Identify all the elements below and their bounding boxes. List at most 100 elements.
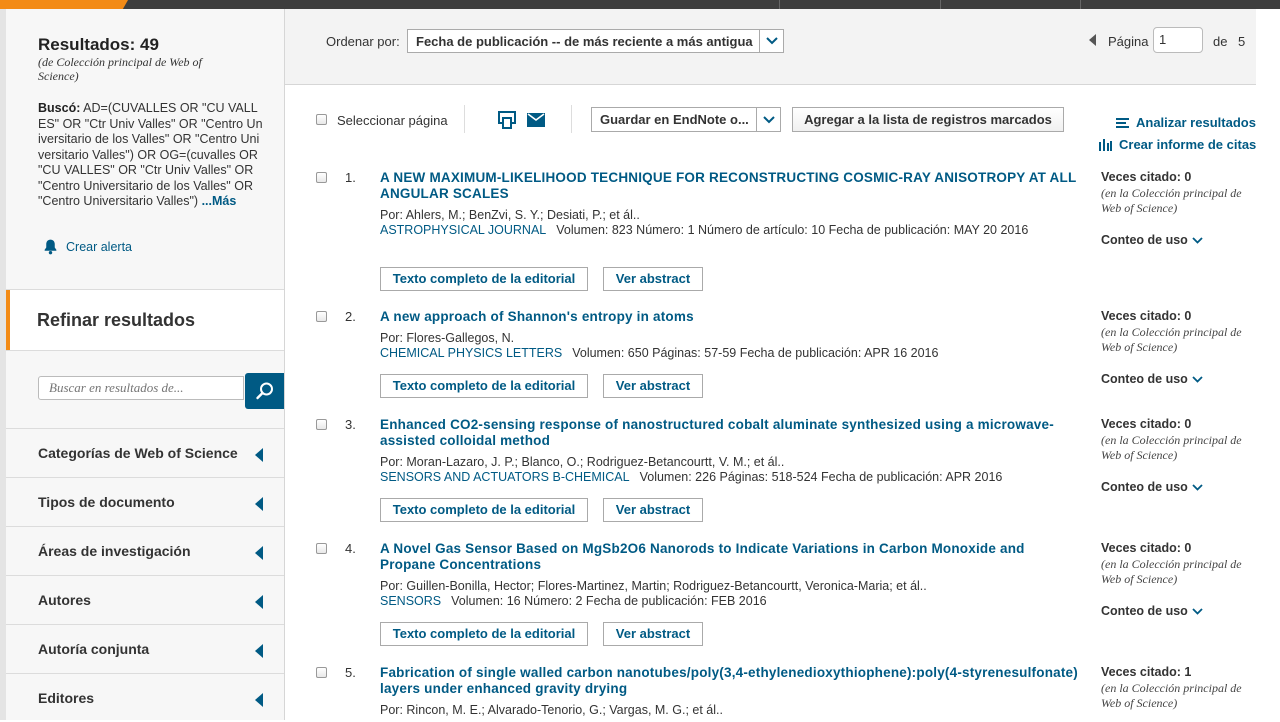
- search-icon: [255, 382, 273, 400]
- chevron-down-icon: [759, 30, 783, 52]
- times-cited-note: (en la Colección principal de Web of Sci…: [1101, 681, 1242, 710]
- view-abstract-button[interactable]: Ver abstract: [603, 374, 703, 398]
- full-text-button[interactable]: Texto completo de la editorial: [380, 267, 588, 291]
- refine-title: Refinar resultados: [37, 310, 196, 330]
- expand-arrow-icon: [255, 497, 263, 511]
- chevron-down-icon: [1192, 236, 1203, 244]
- page-total: 5: [1238, 34, 1246, 49]
- citation-report-link[interactable]: Crear informe de citas: [1099, 137, 1256, 152]
- print-icon[interactable]: [498, 111, 516, 129]
- facet-label: Autores: [38, 592, 91, 608]
- refine-search-button[interactable]: [245, 373, 284, 409]
- usage-count-toggle[interactable]: Conteo de uso: [1101, 372, 1203, 386]
- times-cited-note: (en la Colección principal de Web of Sci…: [1101, 433, 1242, 462]
- record-checkbox[interactable]: [316, 543, 327, 554]
- page-of-label: de: [1213, 34, 1228, 49]
- sort-pagination-bar: Ordenar por: Fecha de publicación -- de …: [285, 9, 1256, 85]
- add-marked-list-button[interactable]: Agregar a la lista de registros marcados: [792, 107, 1064, 132]
- facet-label: Editores: [38, 690, 95, 706]
- create-alert-label: Crear alerta: [66, 239, 132, 254]
- save-endnote-select[interactable]: Guardar en EndNote o...: [591, 107, 781, 132]
- record-details: Volumen: 16 Número: 2 Fecha de publicaci…: [451, 594, 767, 608]
- times-cited: Veces citado: 1: [1101, 665, 1192, 679]
- record-number: 2.: [345, 309, 356, 324]
- record-title-link[interactable]: Enhanced CO2-sensing response of nanostr…: [380, 417, 1080, 449]
- results-count: Resultados: 49: [38, 35, 159, 54]
- facet-wos-categories[interactable]: Categorías de Web of Science: [6, 429, 284, 477]
- results-collection: (de Colección principal de Web of Scienc…: [38, 55, 202, 83]
- record-number: 4.: [345, 541, 356, 556]
- journal-link[interactable]: CHEMICAL PHYSICS LETTERS: [380, 346, 562, 360]
- full-text-button[interactable]: Texto completo de la editorial: [380, 622, 588, 646]
- record-details: Volumen: 650 Páginas: 57-59 Fecha de pub…: [572, 346, 939, 360]
- analyze-results-link[interactable]: Analizar resultados: [1116, 115, 1256, 130]
- sort-select[interactable]: Fecha de publicación -- de más reciente …: [407, 29, 784, 53]
- record-title-link[interactable]: Fabrication of single walled carbon nano…: [380, 665, 1080, 697]
- record-title-link[interactable]: A NEW MAXIMUM-LIKELIHOOD TECHNIQUE FOR R…: [380, 170, 1080, 202]
- facet-group-authors[interactable]: Autoría conjunta: [6, 625, 284, 673]
- create-alert-link[interactable]: Crear alerta: [42, 238, 132, 255]
- times-cited-note: (en la Colección principal de Web of Sci…: [1101, 325, 1242, 354]
- expand-arrow-icon: [255, 546, 263, 560]
- more-link[interactable]: ...Más: [202, 194, 237, 208]
- facet-research-areas[interactable]: Áreas de investigación: [6, 527, 284, 575]
- record-checkbox[interactable]: [316, 172, 327, 183]
- times-cited: Veces citado: 0: [1101, 541, 1192, 555]
- times-cited: Veces citado: 0: [1101, 309, 1192, 323]
- record-checkbox[interactable]: [316, 419, 327, 430]
- record-details: Volumen: 823 Número: 1 Número de artícul…: [556, 223, 1029, 237]
- record-title-link[interactable]: A Novel Gas Sensor Based on MgSb2O6 Nano…: [380, 541, 1080, 573]
- full-text-button[interactable]: Texto completo de la editorial: [380, 374, 588, 398]
- usage-count-toggle[interactable]: Conteo de uso: [1101, 480, 1203, 494]
- refine-search-input[interactable]: [38, 376, 244, 400]
- record-authors: Por: Rincon, M. E.; Alvarado-Tenorio, G.…: [380, 703, 723, 717]
- record-checkbox[interactable]: [316, 667, 327, 678]
- journal-link[interactable]: ASTROPHYSICAL JOURNAL: [380, 223, 546, 237]
- chevron-down-icon: [1192, 375, 1203, 383]
- query-text: AD=(CUVALLES OR "CU VALLES" OR "Ctr Univ…: [38, 101, 263, 208]
- chevron-down-icon: [1192, 607, 1203, 615]
- search-query: Buscó: AD=(CUVALLES OR "CU VALLES" OR "C…: [38, 101, 264, 210]
- record-authors: Por: Flores-Gallegos, N.: [380, 331, 515, 345]
- query-label: Buscó:: [38, 101, 81, 115]
- record-authors: Por: Ahlers, M.; BenZvi, S. Y.; Desiati,…: [380, 208, 640, 222]
- email-icon[interactable]: [527, 113, 545, 127]
- expand-arrow-icon: [255, 693, 263, 707]
- usage-count-label: Conteo de uso: [1101, 233, 1188, 247]
- record-number: 5.: [345, 665, 356, 680]
- record-source: CHEMICAL PHYSICS LETTERS Volumen: 650 Pág…: [380, 346, 1070, 361]
- facet-label: Categorías de Web of Science: [38, 445, 238, 461]
- record-title-link[interactable]: A new approach of Shannon's entropy in a…: [380, 309, 1080, 325]
- page-number-input[interactable]: 1: [1153, 27, 1203, 53]
- facet-editors[interactable]: Editores: [6, 674, 284, 722]
- expand-arrow-icon: [255, 448, 263, 462]
- analyze-results-label: Analizar resultados: [1136, 115, 1256, 130]
- usage-count-label: Conteo de uso: [1101, 372, 1188, 386]
- sidebar: Resultados: 49 (de Colección principal d…: [6, 9, 285, 720]
- view-abstract-button[interactable]: Ver abstract: [603, 267, 703, 291]
- view-abstract-button[interactable]: Ver abstract: [603, 622, 703, 646]
- record-number: 1.: [345, 170, 356, 185]
- list-icon: [1116, 117, 1129, 128]
- usage-count-toggle[interactable]: Conteo de uso: [1101, 604, 1203, 618]
- facet-authors[interactable]: Autores: [6, 576, 284, 624]
- record-authors: Por: Moran-Lazaro, J. P.; Blanco, O.; Ro…: [380, 455, 785, 469]
- full-text-button[interactable]: Texto completo de la editorial: [380, 498, 588, 522]
- citation-report-label: Crear informe de citas: [1119, 137, 1257, 152]
- select-page-label: Seleccionar página: [337, 113, 448, 128]
- record-authors: Por: Guillen-Bonilla, Hector; Flores-Mar…: [380, 579, 927, 593]
- previous-page-icon[interactable]: [1089, 34, 1096, 46]
- top-bar: [0, 0, 1280, 9]
- record-checkbox[interactable]: [316, 311, 327, 322]
- bell-icon: [44, 239, 57, 255]
- page-label: Página: [1108, 34, 1149, 49]
- journal-link[interactable]: SENSORS AND ACTUATORS B-CHEMICAL: [380, 470, 630, 484]
- journal-link[interactable]: SENSORS: [380, 594, 441, 608]
- times-cited-note: (en la Colección principal de Web of Sci…: [1101, 557, 1242, 586]
- facet-document-types[interactable]: Tipos de documento: [6, 478, 284, 526]
- bar-chart-icon: [1099, 138, 1112, 151]
- refine-header: Refinar resultados: [6, 290, 284, 350]
- view-abstract-button[interactable]: Ver abstract: [603, 498, 703, 522]
- select-page-checkbox[interactable]: [316, 114, 327, 125]
- usage-count-toggle[interactable]: Conteo de uso: [1101, 233, 1203, 247]
